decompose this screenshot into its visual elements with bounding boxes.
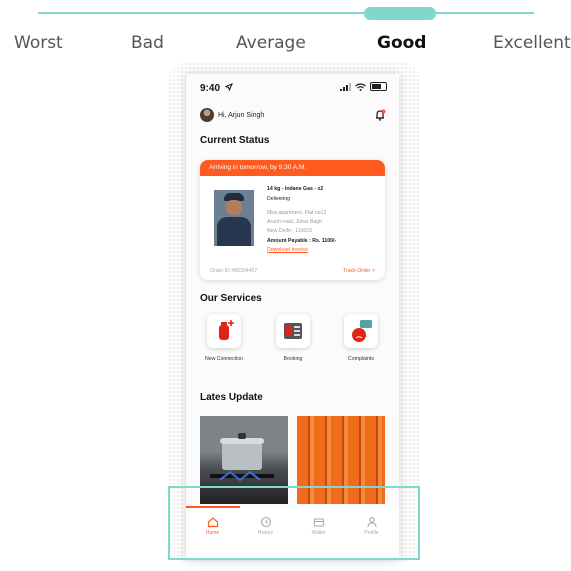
current-status-card[interactable]: Arriving in tomorrow, by 9:30 A.M. 14 kg… xyxy=(200,160,385,280)
service-new-connection[interactable]: New Connection xyxy=(189,314,259,362)
rating-option-excellent[interactable]: Excellent xyxy=(493,33,571,53)
service-complaints[interactable]: Complaints xyxy=(326,314,396,362)
service-label: Complaints xyxy=(348,356,374,362)
rating-option-average[interactable]: Average xyxy=(236,33,306,53)
notification-bell-icon[interactable] xyxy=(373,108,387,122)
rating-scale-knob[interactable] xyxy=(364,7,436,20)
services-row: New Connection Booking Complaints xyxy=(186,314,399,374)
location-arrow-icon xyxy=(225,83,233,91)
current-status-title: Current Status xyxy=(200,135,270,146)
rating-scale-track[interactable] xyxy=(38,12,534,14)
battery-icon xyxy=(370,82,387,91)
greeting-row: Hi, Arjun Singh xyxy=(200,106,387,126)
address-line-3: New Delhi - 110016 xyxy=(267,228,313,234)
signal-icon xyxy=(340,82,351,91)
service-label: Booking xyxy=(283,356,303,362)
service-label: New Connection xyxy=(204,356,244,362)
avatar[interactable] xyxy=(200,108,214,122)
delivery-person-photo xyxy=(214,190,254,246)
service-booking[interactable]: Booking xyxy=(258,314,328,362)
order-id: Order ID #86334457 xyxy=(210,268,258,274)
amount-payable: Amount Payable : Rs. 1100/- xyxy=(267,238,337,244)
wifi-icon xyxy=(355,82,366,91)
status-time: 9:40 xyxy=(200,83,221,94)
delivery-banner: Arriving in tomorrow, by 9:30 A.M. xyxy=(200,160,385,176)
rating-option-bad[interactable]: Bad xyxy=(131,33,164,53)
order-product: 14 kg - Indane Gas - x2 xyxy=(267,186,324,192)
order-state: Delivering xyxy=(267,196,291,202)
our-services-title: Our Services xyxy=(200,293,262,304)
download-invoice-link[interactable]: Download Invoice xyxy=(267,247,308,253)
gas-cylinder-plus-icon xyxy=(207,314,241,348)
rating-option-worst[interactable]: Worst xyxy=(14,33,63,53)
tab-bar-highlight-frame xyxy=(168,486,420,560)
rating-option-good[interactable]: Good xyxy=(377,33,426,53)
address-line-2: Aruoh road, Johar Bagh xyxy=(267,219,323,225)
status-bar: 9:40 xyxy=(186,74,399,102)
complaint-icon xyxy=(344,314,378,348)
latest-update-title: Lates Update xyxy=(200,392,263,403)
address-line-1: Mira apartment, Flat no12 xyxy=(267,210,327,216)
status-icons xyxy=(340,82,387,91)
greeting-text: Hi, Arjun Singh xyxy=(218,112,265,119)
booking-icon xyxy=(276,314,310,348)
track-order-link[interactable]: Track Order > xyxy=(343,268,375,274)
